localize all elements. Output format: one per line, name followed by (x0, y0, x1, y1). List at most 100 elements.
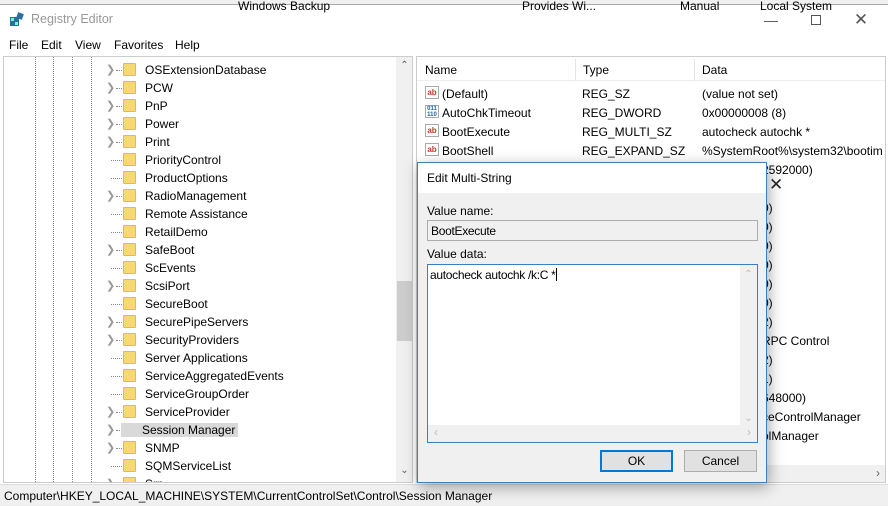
tree-item-label: PCW (145, 81, 173, 95)
tree-item[interactable]: ❯ OSExtensionDatabase (4, 61, 396, 79)
tree-item[interactable]: ServiceAggregatedEvents (4, 367, 396, 385)
folder-icon (123, 153, 136, 166)
column-header-name[interactable]: Name (417, 63, 457, 77)
menu-favorites[interactable]: Favorites (114, 38, 163, 52)
tree-item-label: OSExtensionDatabase (145, 63, 267, 77)
tree-item[interactable]: ❯ ScsiPort (4, 277, 396, 295)
tree-item[interactable]: Remote Assistance (4, 205, 396, 223)
scroll-right-icon[interactable]: › (876, 466, 880, 480)
tree-item[interactable]: ProductOptions (4, 169, 396, 187)
value-data: %SystemRoot%\system32\bootim (702, 144, 883, 158)
scrollbar-thumb[interactable] (397, 281, 412, 341)
chevron-right-icon[interactable]: ❯ (106, 333, 115, 346)
background-service-desc: Provides Wi... (522, 0, 597, 13)
textarea-vertical-scrollbar[interactable]: ⌃ ⌄ (740, 265, 757, 426)
folder-icon (123, 243, 136, 256)
folder-icon (123, 261, 136, 274)
chevron-right-icon[interactable]: ❯ (106, 189, 115, 202)
tree-item-label: PnP (145, 99, 168, 113)
folder-icon (123, 225, 136, 238)
registry-editor-icon (10, 12, 24, 26)
folder-icon (123, 459, 136, 472)
tree-item-label: ProductOptions (145, 171, 228, 185)
tree-item[interactable]: PriorityControl (4, 151, 396, 169)
menu-view[interactable]: View (75, 38, 101, 52)
ok-button[interactable]: OK (600, 450, 673, 472)
string-value-icon: ab (425, 86, 439, 99)
menu-file[interactable]: File (9, 38, 28, 52)
value-data-textarea[interactable]: autocheck autochk /k:C * ⌃ ⌄ ‹ › (427, 264, 758, 443)
folder-icon (123, 369, 136, 382)
chevron-right-icon[interactable]: ❯ (106, 135, 115, 148)
tree-item[interactable]: ❯ PnP (4, 97, 396, 115)
value-data: 0x00000008 (8) (702, 106, 787, 120)
tree-item[interactable]: ❯ Session Manager (4, 421, 396, 439)
chevron-right-icon[interactable]: ❯ (106, 99, 115, 112)
folder-icon (123, 135, 136, 148)
tree-item-label: Srp (142, 477, 167, 482)
tree-item[interactable]: SecureBoot (4, 295, 396, 313)
tree-item-label: SQMServiceList (145, 459, 232, 473)
value-data-partial: RPC Control (762, 334, 830, 348)
tree-item[interactable]: ❯ PCW (4, 79, 396, 97)
tree-item[interactable]: ❯ RadioManagement (4, 187, 396, 205)
value-name-label: Value name: (427, 204, 494, 218)
status-bar: Computer\HKEY_LOCAL_MACHINE\SYSTEM\Curre… (0, 484, 888, 506)
value-row[interactable]: 011 110 AutoChkTimeout REG_DWORD 0x00000008 … (417, 103, 885, 122)
tree-vertical-scrollbar[interactable]: ⌃ ⌄ (396, 57, 412, 482)
folder-icon (123, 405, 136, 418)
value-name-field: BootExecute (427, 220, 758, 241)
chevron-right-icon[interactable]: ❯ (106, 117, 115, 130)
folder-icon (123, 333, 136, 346)
tree-item-label: Remote Assistance (145, 207, 248, 221)
value-name: AutoChkTimeout (442, 106, 531, 120)
value-data-partial: olManager (762, 429, 819, 443)
tree-item[interactable]: ❯ Srp (4, 475, 396, 482)
column-header-data[interactable]: Data (694, 63, 727, 77)
tree-item[interactable]: ❯ ServiceProvider (4, 403, 396, 421)
scroll-down-icon[interactable]: ⌄ (396, 465, 412, 476)
chevron-right-icon[interactable]: ❯ (106, 315, 115, 328)
value-row[interactable]: ab BootShell REG_EXPAND_SZ %SystemRoot%\sys… (417, 141, 885, 160)
binary-value-icon: 011 110 (425, 105, 439, 118)
chevron-right-icon[interactable]: ❯ (106, 405, 115, 418)
folder-icon (123, 477, 136, 482)
chevron-right-icon[interactable]: ❯ (106, 477, 115, 482)
tree-item[interactable]: ❯ SecurePipeServers (4, 313, 396, 331)
chevron-right-icon[interactable]: ❯ (106, 81, 115, 94)
value-row[interactable]: ab BootExecute REG_MULTI_SZ autocheck autoc… (417, 122, 885, 141)
tree-item[interactable]: SQMServiceList (4, 457, 396, 475)
tree-item[interactable]: Server Applications (4, 349, 396, 367)
chevron-right-icon[interactable]: ❯ (106, 423, 115, 436)
close-icon: ✕ (853, 10, 869, 29)
tree-item[interactable]: ❯ Print (4, 133, 396, 151)
value-data-partial: 648000) (762, 391, 807, 405)
textarea-horizontal-scrollbar[interactable]: ‹ › (428, 425, 757, 442)
folder-icon (123, 189, 136, 202)
close-button[interactable]: ✕ (838, 5, 884, 35)
cancel-button[interactable]: Cancel (684, 450, 757, 472)
tree-item[interactable]: ❯ SafeBoot (4, 241, 396, 259)
menu-edit[interactable]: Edit (41, 38, 62, 52)
tree-item[interactable]: ServiceGroupOrder (4, 385, 396, 403)
tree-item[interactable]: ❯ SNMP (4, 439, 396, 457)
chevron-right-icon[interactable]: ❯ (106, 243, 115, 256)
tree-item[interactable]: RetailDemo (4, 223, 396, 241)
chevron-right-icon[interactable]: ❯ (106, 441, 115, 454)
value-row[interactable]: ab (Default) REG_SZ (value not set) (417, 84, 885, 103)
tree-item[interactable]: ❯ Power (4, 115, 396, 133)
tree-item-label: Print (145, 135, 170, 149)
scroll-up-icon[interactable]: ⌃ (396, 60, 412, 71)
tree-item-label: ServiceProvider (145, 405, 230, 419)
tree-item[interactable]: ❯ SecurityProviders (4, 331, 396, 349)
chevron-right-icon[interactable]: ❯ (106, 279, 115, 292)
menu-help[interactable]: Help (175, 38, 200, 52)
tree-item[interactable]: ScEvents (4, 259, 396, 277)
registry-key-tree[interactable]: ❯ OSExtensionDatabase ❯ PCW ❯ PnP ❯ Power ❯ Print… (3, 56, 413, 483)
list-header: Name Type Data (417, 57, 885, 81)
column-header-type[interactable]: Type (575, 63, 609, 77)
dialog-title-bar: Edit Multi-String ✕ (418, 163, 783, 194)
value-data-label: Value data: (427, 247, 487, 261)
value-name: (Default) (442, 87, 489, 101)
chevron-right-icon[interactable]: ❯ (106, 63, 115, 76)
